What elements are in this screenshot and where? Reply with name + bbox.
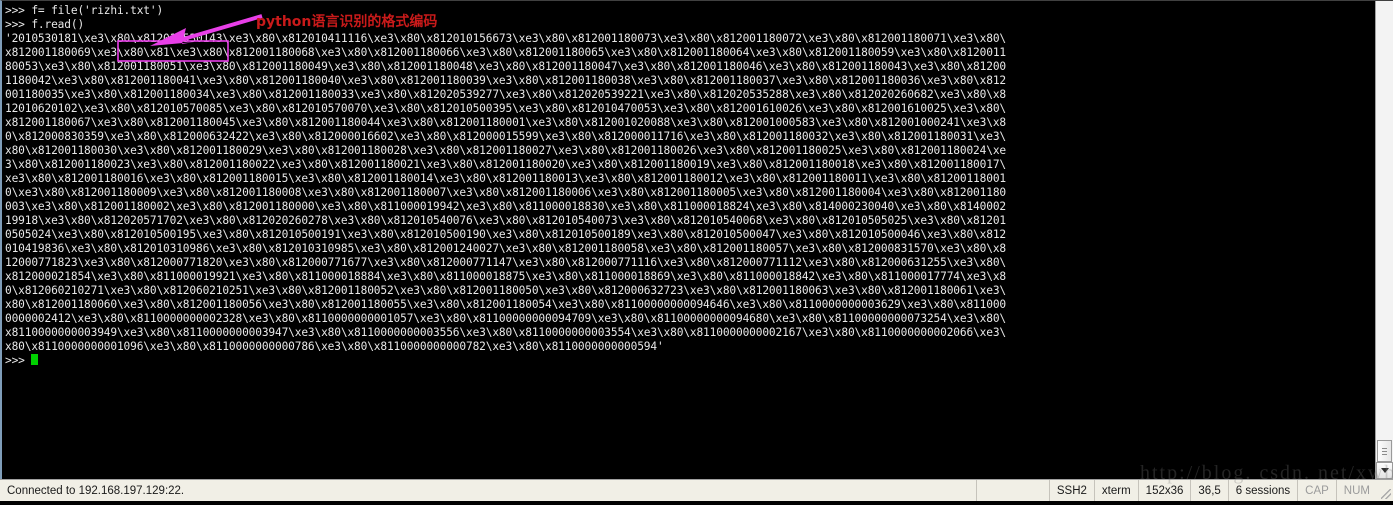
terminal-line: x812001180067\xe3\x80\x812001180045\xe3\… xyxy=(5,116,1006,129)
status-emulation: xterm xyxy=(1095,480,1139,501)
terminal-output[interactable]: >>> f= file('rizhi.txt') >>> f.read() '201… xyxy=(2,1,1375,479)
terminal-line: 0505024\xe3\x80\x812010500195\xe3\x80\x8… xyxy=(5,228,1006,241)
terminal-line: 0\x812000830359\xe3\x80\x812000632422\xe… xyxy=(5,130,1006,143)
terminal-line: >>> f= file('rizhi.txt') xyxy=(5,4,164,17)
terminal-line: 0\x812060210271\xe3\x80\x812060210251\xe… xyxy=(5,284,1006,297)
status-bar: Connected to 192.168.197.129:22. SSH2 xt… xyxy=(0,479,1393,501)
status-terminal-size: 152x36 xyxy=(1139,480,1192,501)
vertical-scrollbar[interactable] xyxy=(1375,1,1393,479)
terminal-line: 001180035\xe3\x80\x812001180034\xe3\x80\… xyxy=(5,88,1006,101)
status-spacer xyxy=(977,480,1050,501)
terminal-line: 003\xe3\x80\x812001180002\xe3\x80\x81200… xyxy=(5,200,1006,213)
terminal-line: x812001180069\xe3\x80\x81\xe3\x80\x81200… xyxy=(5,46,1006,59)
terminal-line: >>> f.read() xyxy=(5,18,85,31)
terminal-line: x80\x812001180030\xe3\x80\x812001180029\… xyxy=(5,144,1006,157)
status-protocol: SSH2 xyxy=(1050,480,1095,501)
chevron-down-icon xyxy=(1380,468,1389,473)
scroll-down-button[interactable] xyxy=(1376,462,1393,479)
terminal-line: 19918\xe3\x80\x812020571702\xe3\x80\x812… xyxy=(5,214,1006,227)
terminal-line: 12000771823\xe3\x80\x812000771820\xe3\x8… xyxy=(5,256,1006,269)
scrollbar-track[interactable] xyxy=(1376,1,1393,479)
terminal-line: 1180042\xe3\x80\x812001180041\xe3\x80\x8… xyxy=(5,74,1006,87)
terminal-line: >>> xyxy=(5,354,1375,368)
status-cursor-position: 36,5 xyxy=(1191,480,1229,501)
scrollbar-thumb[interactable] xyxy=(1377,440,1392,462)
terminal-line: 010419836\xe3\x80\x812010310986\xe3\x80\… xyxy=(5,242,1006,255)
terminal-line: x8110000000003949\xe3\x80\x8110000000003… xyxy=(5,326,1006,339)
terminal-line: x812000021854\xe3\x80\x811000019921\xe3\… xyxy=(5,270,1006,283)
terminal-line: 0\xe3\x80\x812001180009\xe3\x80\x8120011… xyxy=(5,186,1006,199)
status-num-lock: NUM xyxy=(1343,484,1370,497)
status-sessions: 6 sessions xyxy=(1229,480,1299,501)
terminal-cursor xyxy=(31,354,39,365)
terminal-line: 12010620102\xe3\x80\x812010570085\xe3\x8… xyxy=(5,102,1006,115)
terminal-line: xe3\x80\x812001180016\xe3\x80\x812001180… xyxy=(5,172,1006,185)
terminal-window: >>> f= file('rizhi.txt') >>> f.read() '201… xyxy=(0,0,1393,501)
terminal-line: x80\x812001180060\xe3\x80\x812001180056\… xyxy=(5,298,1006,311)
terminal-line: '2010530181\xe3\x80\x812010530143\xe3\x8… xyxy=(5,32,1006,45)
terminal-line: 0000002412\xe3\x80\x8110000000002328\xe3… xyxy=(5,312,1006,325)
resize-grip[interactable] xyxy=(1379,487,1393,501)
status-caps-lock: CAP xyxy=(1298,480,1337,501)
terminal-line: x80\x8110000000001096\xe3\x80\x811000000… xyxy=(5,340,664,353)
terminal-viewport[interactable]: >>> f= file('rizhi.txt') >>> f.read() '201… xyxy=(0,0,1393,479)
status-connection: Connected to 192.168.197.129:22. xyxy=(0,480,977,501)
terminal-line: 80053\xe3\x80\x812001180051\xe3\x80\x812… xyxy=(5,60,1006,73)
terminal-line: 3\x80\x812001180023\xe3\x80\x81200118002… xyxy=(5,158,1006,171)
